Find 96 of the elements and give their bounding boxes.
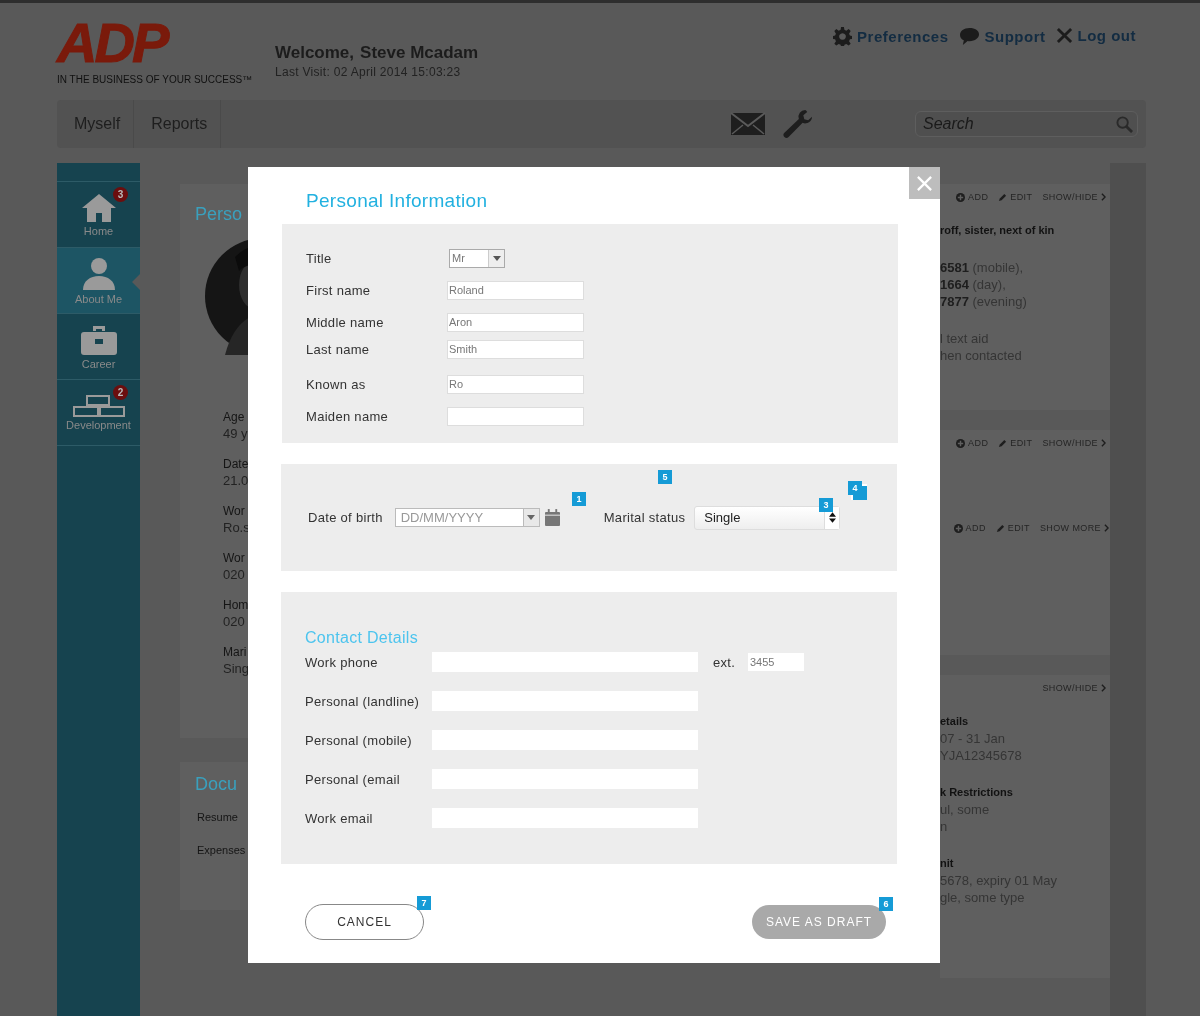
up-down-arrows-icon: [828, 512, 836, 523]
pencil-icon: [995, 523, 1005, 533]
chevron-right-icon: [1104, 524, 1109, 532]
annotation-marker: 6: [879, 897, 893, 911]
extension-input[interactable]: 3455: [748, 653, 804, 671]
sidebar-item[interactable]: Development 2: [57, 379, 140, 446]
text-input[interactable]: Aron: [447, 312, 584, 332]
field-label: Work email: [305, 810, 374, 826]
annotation-marker: 1: [572, 492, 586, 506]
card-action[interactable]: EDIT: [998, 438, 1033, 448]
field-value: 020: [223, 614, 246, 629]
field-label: Wor: [223, 504, 246, 518]
chevron-right-icon: [1101, 439, 1106, 447]
field-label: Known as: [306, 376, 367, 392]
field-value: Ro.s: [223, 520, 248, 535]
field-label: k Restrictions: [940, 785, 1014, 800]
field-label: etails: [940, 714, 970, 729]
logo-tagline: IN THE BUSINESS OF YOUR SUCCESS™: [57, 74, 253, 85]
annotation-marker: 3: [819, 498, 833, 512]
chevron-right-icon: [1101, 684, 1106, 692]
card-title: Perso: [195, 204, 244, 225]
text-input[interactable]: Ro: [447, 374, 584, 394]
card-title: Docu: [195, 774, 239, 795]
sidebar-item[interactable]: About Me: [57, 247, 140, 313]
chevron-right-icon: [1101, 193, 1106, 201]
welcome-text: Welcome,: [275, 43, 355, 63]
field-label: Age: [223, 410, 246, 424]
field-label: nit: [940, 856, 955, 871]
field-value: 020: [223, 567, 246, 582]
field-label: Wor: [223, 551, 246, 565]
logo: ADP: [57, 15, 167, 71]
header-link[interactable]: Preferences: [833, 27, 949, 46]
annotation-marker: 5: [658, 470, 672, 484]
field-value: Sing: [223, 661, 248, 676]
sidebar-item[interactable]: Career: [57, 313, 140, 379]
caret-icon: [527, 515, 536, 520]
close-icon: [1055, 27, 1073, 44]
card-action[interactable]: SHOW MORE: [1039, 523, 1109, 533]
field-label: Marital status: [603, 510, 686, 525]
card-action[interactable]: EDIT: [995, 523, 1030, 533]
field-label: Personal (mobile): [305, 732, 413, 748]
text-input[interactable]: [447, 406, 584, 426]
notification-badge: 3: [113, 187, 128, 202]
field-label: Work phone: [305, 654, 379, 670]
field-value: 21.0: [223, 473, 248, 488]
section-title: Contact Details: [305, 629, 419, 647]
field-label: Hom: [223, 598, 248, 612]
field-label: Mari: [223, 645, 248, 659]
header-link[interactable]: Support: [958, 27, 1046, 46]
card-action[interactable]: SHOW/HIDE: [1042, 683, 1106, 693]
pencil-icon: [998, 438, 1008, 448]
plus-circle-icon: [956, 438, 966, 448]
card-action[interactable]: SHOW/HIDE: [1042, 438, 1106, 448]
field-label: roff, sister, next of kin: [940, 223, 1056, 238]
card-action[interactable]: EDIT: [998, 192, 1033, 202]
field-value: 49 y: [223, 426, 248, 441]
mail-icon[interactable]: [730, 112, 766, 136]
person-icon: [81, 256, 116, 291]
pencil-icon: [998, 192, 1008, 202]
field-label: Personal (landline): [305, 693, 421, 709]
caret-icon: [492, 255, 501, 261]
document-link[interactable]: Expenses: [197, 844, 248, 856]
field-label: Middle name: [306, 314, 385, 330]
gear-icon: [833, 27, 853, 46]
user-name: Steve Mcadam: [360, 43, 479, 63]
briefcase-icon: [79, 323, 118, 356]
field-label: Last name: [306, 341, 371, 357]
field-label: ext.: [713, 654, 737, 670]
document-link[interactable]: Resume: [197, 811, 248, 823]
calendar-icon[interactable]: [544, 509, 560, 526]
dialog-title: Personal Information: [306, 189, 489, 213]
plus-circle-icon: [956, 192, 966, 202]
selection-pointer: [132, 274, 140, 290]
header-link[interactable]: Log out: [1055, 27, 1136, 44]
title-select[interactable]: Mr: [449, 248, 505, 268]
card-action[interactable]: SHOW/HIDE: [1042, 192, 1106, 202]
field-label: Personal (email: [305, 771, 401, 787]
bricks-icon: [71, 394, 126, 417]
search-icon: [1116, 116, 1133, 133]
notification-badge: 2: [113, 385, 128, 400]
text-input[interactable]: Roland: [447, 280, 584, 300]
annotation-marker: 7: [417, 896, 431, 910]
field-label: Maiden name: [306, 408, 390, 424]
plus-circle-icon: [953, 523, 963, 533]
house-icon: [80, 192, 117, 223]
sidebar-item[interactable]: Home 3: [57, 181, 140, 247]
close-icon: [916, 174, 933, 192]
wrench-icon[interactable]: [782, 108, 813, 140]
speech-bubble-icon: [958, 27, 980, 46]
field-label: Date of birth: [308, 510, 383, 525]
close-button[interactable]: [909, 167, 940, 199]
date-input[interactable]: DD/MM/YYYY: [394, 508, 523, 527]
field-label: Date: [223, 457, 248, 471]
field-label: First name: [306, 282, 372, 298]
text-input[interactable]: Smith: [447, 339, 584, 359]
field-label: Title: [306, 250, 333, 266]
